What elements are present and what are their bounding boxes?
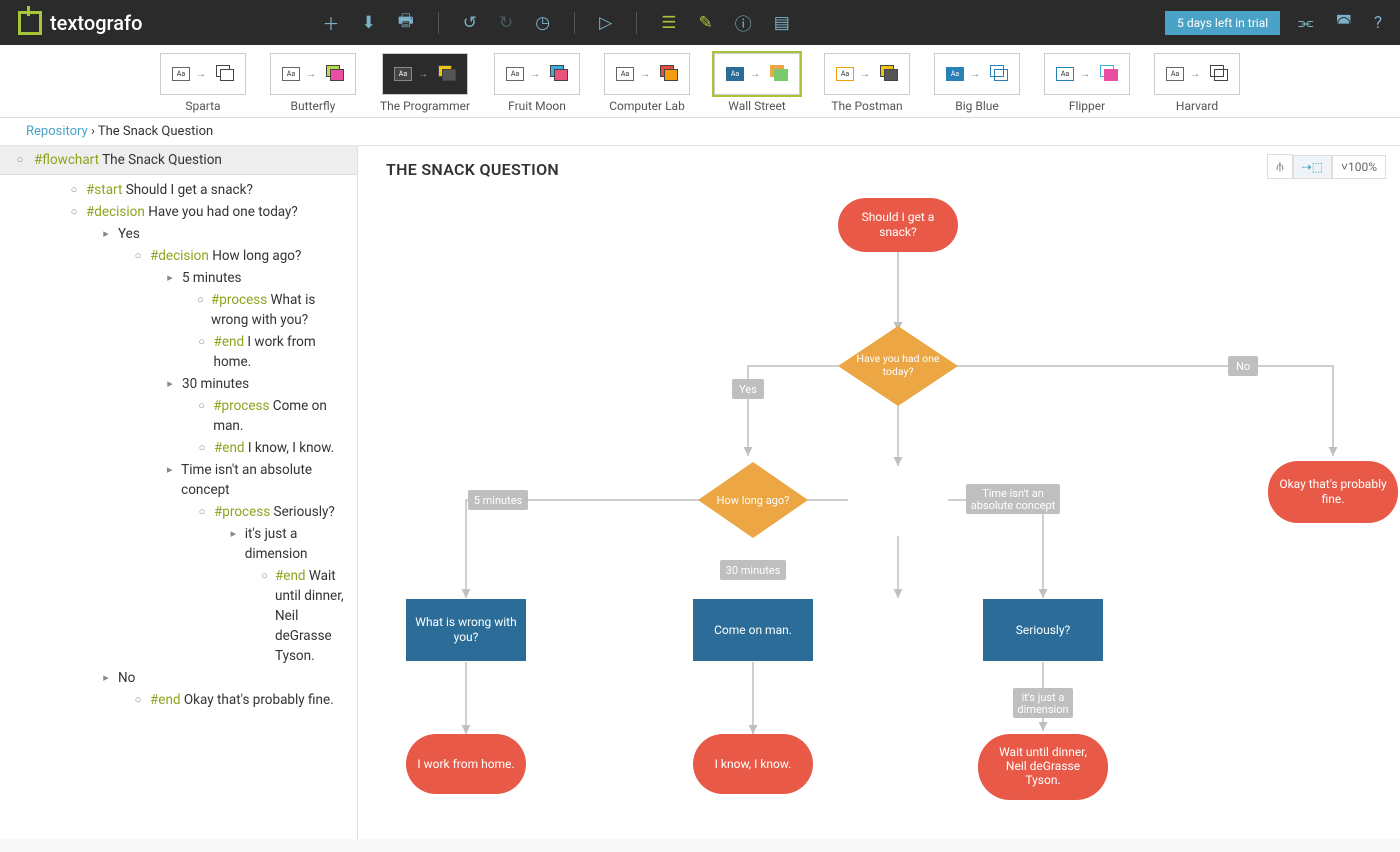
highlighter-icon[interactable]: ✎	[698, 13, 712, 33]
tree-row[interactable]: ▸5 minutes	[6, 267, 351, 289]
tree-row[interactable]: ○#end Wait until dinner, Neil deGrasse T…	[6, 565, 351, 667]
tree-row[interactable]: ○#end I know, I know.	[6, 437, 351, 459]
crumb-repository[interactable]: Repository	[26, 124, 88, 139]
share-icon[interactable]: ⫘	[1298, 13, 1313, 33]
svg-text:What is wrong with: What is wrong with	[415, 615, 516, 629]
tree-root[interactable]: ○ #flowchart The Snack Question	[0, 146, 357, 175]
tree-row[interactable]: ○#process What is wrong with you?	[6, 289, 351, 331]
tree-row[interactable]: ○#decision Have you had one today?	[6, 201, 351, 223]
app-name: textografo	[50, 11, 142, 35]
undo-icon[interactable]: ↺	[463, 13, 477, 33]
svg-text:absolute concept: absolute concept	[971, 499, 1056, 512]
svg-text:Yes: Yes	[739, 383, 757, 396]
history-icon[interactable]: ◷	[535, 13, 550, 33]
svg-text:you?: you?	[454, 630, 479, 644]
theme-programmer[interactable]: Aa→The Programmer	[380, 53, 470, 113]
tree-row[interactable]: ○#start Should I get a snack?	[6, 179, 351, 201]
account-icon[interactable]: ◚	[1335, 13, 1352, 33]
svg-text:snack?: snack?	[879, 225, 917, 239]
print-icon[interactable]: 🖶	[398, 8, 414, 37]
logo-icon	[18, 11, 42, 35]
flowchart-svg: Should I get a snack? Have you had one t…	[358, 186, 1400, 839]
breadcrumb: Repository › The Snack Question	[0, 118, 1400, 146]
tree-panel[interactable]: ○ #flowchart The Snack Question ○#start …	[0, 146, 358, 839]
trial-badge[interactable]: 5 days left in trial	[1165, 11, 1280, 35]
toolbar-file: ＋ ⬇ 🖶 ↺ ↻ ◷ ▷ ☰ ✎ ⓘ ▤	[322, 8, 789, 37]
svg-text:30 minutes: 30 minutes	[726, 564, 781, 577]
theme-harvard[interactable]: Aa→Harvard	[1154, 53, 1240, 113]
svg-text:Wait until dinner,: Wait until dinner,	[999, 745, 1087, 759]
svg-text:Okay that's probably: Okay that's probably	[1279, 477, 1387, 491]
tree-row[interactable]: ○#process Seriously?	[6, 501, 351, 523]
tree-row[interactable]: ○#decision How long ago?	[6, 245, 351, 267]
svg-text:I work from home.: I work from home.	[417, 757, 514, 771]
svg-text:Should I get a: Should I get a	[862, 210, 935, 224]
theme-fruitmoon[interactable]: Aa→Fruit Moon	[494, 53, 580, 113]
redo-icon[interactable]: ↻	[499, 13, 513, 33]
view-controls: ⫛ ⇢⬚ ˅ 100%	[1267, 154, 1386, 179]
theme-bar: Aa→Sparta Aa→Butterfly Aa→The Programmer…	[0, 45, 1400, 118]
svg-text:Neil deGrasse: Neil deGrasse	[1006, 759, 1080, 773]
topbar: textografo ＋ ⬇ 🖶 ↺ ↻ ◷ ▷ ☰ ✎ ⓘ ▤ 5 days …	[0, 0, 1400, 45]
theme-postman[interactable]: Aa→The Postman	[824, 53, 910, 113]
theme-flipper[interactable]: Aa→Flipper	[1044, 53, 1130, 113]
tree-row[interactable]: ○#end Okay that's probably fine.	[6, 689, 351, 711]
tree-row[interactable]: ▸Yes	[6, 223, 351, 245]
logo[interactable]: textografo	[18, 11, 142, 35]
toolbar-right: ⫘ ◚ ?	[1298, 13, 1382, 33]
svg-text:No: No	[1236, 360, 1250, 373]
svg-text:How long ago?: How long ago?	[717, 494, 790, 507]
main: ○ #flowchart The Snack Question ○#start …	[0, 146, 1400, 839]
theme-bigblue[interactable]: Aa→Big Blue	[934, 53, 1020, 113]
theme-butterfly[interactable]: Aa→Butterfly	[270, 53, 356, 113]
svg-text:Have you had one: Have you had one	[857, 352, 940, 365]
diagram-title: THE SNACK QUESTION	[386, 160, 559, 179]
help-icon[interactable]: ?	[1374, 13, 1382, 33]
tree-row[interactable]: ▸Time isn't an absolute concept	[6, 459, 351, 501]
info-icon[interactable]: ⓘ	[735, 10, 752, 35]
zoom-select[interactable]: ˅ 100%	[1332, 155, 1386, 179]
canvas[interactable]: THE SNACK QUESTION ⫛ ⇢⬚ ˅ 100% Should I …	[358, 146, 1400, 839]
new-icon[interactable]: ＋	[322, 10, 339, 35]
svg-text:Tyson.: Tyson.	[1025, 773, 1060, 787]
tree-row[interactable]: ○#process Come on man.	[6, 395, 351, 437]
tree-row[interactable]: ○#end I work from home.	[6, 331, 351, 373]
svg-text:I know, I know.: I know, I know.	[715, 757, 792, 771]
flow-toggle[interactable]: ⇢⬚	[1293, 155, 1332, 179]
tree-row[interactable]: ▸it's just a dimension	[6, 523, 351, 565]
tree-row[interactable]: ▸No	[6, 667, 351, 689]
comment-icon[interactable]: ▤	[774, 13, 790, 33]
svg-text:dimension: dimension	[1017, 703, 1068, 716]
swimlane-toggle[interactable]: ⫛	[1267, 154, 1292, 179]
theme-sparta[interactable]: Aa→Sparta	[160, 53, 246, 113]
svg-text:5 minutes: 5 minutes	[474, 494, 523, 507]
svg-text:today?: today?	[883, 365, 914, 378]
list-icon[interactable]: ☰	[661, 13, 676, 33]
svg-text:Seriously?: Seriously?	[1016, 623, 1071, 637]
theme-computerlab[interactable]: Aa→Computer Lab	[604, 53, 690, 113]
crumb-doc: The Snack Question	[98, 124, 213, 139]
theme-wallstreet[interactable]: Aa→Wall Street	[714, 53, 800, 113]
play-icon[interactable]: ▷	[599, 13, 612, 33]
tree-row[interactable]: ▸30 minutes	[6, 373, 351, 395]
tree-body: ○#start Should I get a snack?○#decision …	[0, 175, 357, 721]
svg-text:Come on man.: Come on man.	[714, 623, 792, 637]
download-icon[interactable]: ⬇	[361, 13, 375, 33]
svg-text:fine.: fine.	[1322, 492, 1345, 506]
